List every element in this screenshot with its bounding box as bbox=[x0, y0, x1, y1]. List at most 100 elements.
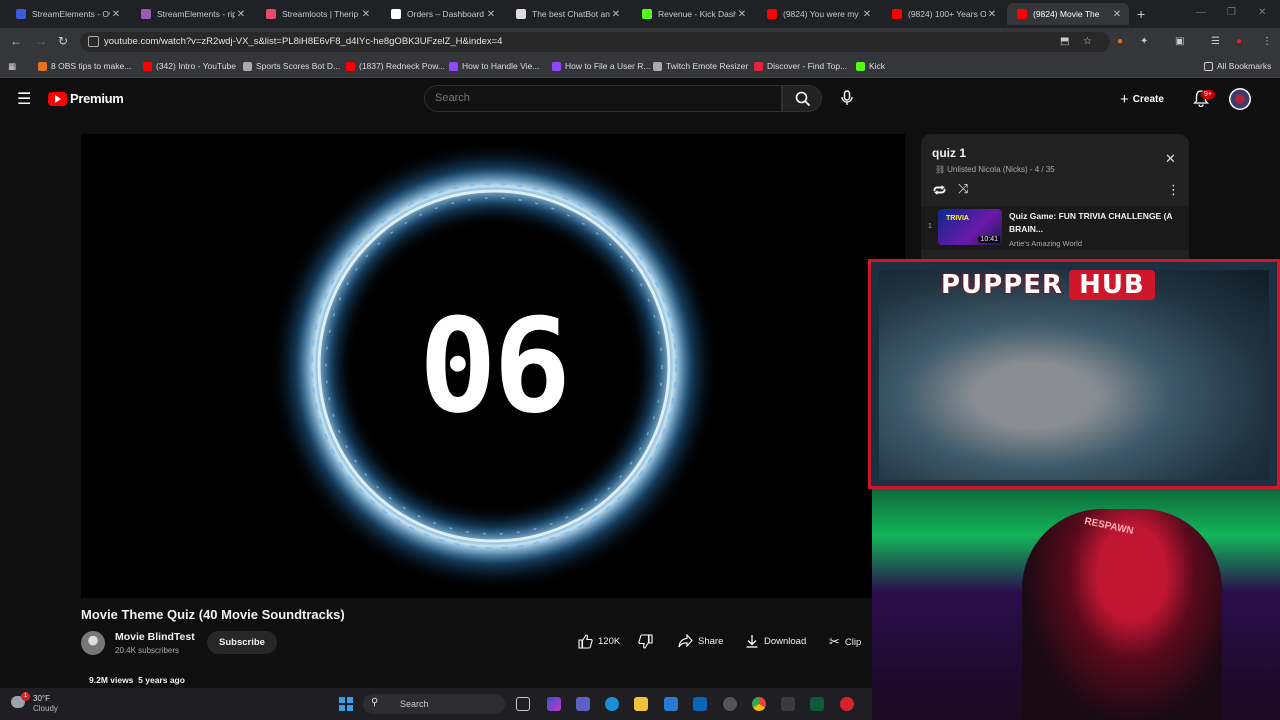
profile-icon[interactable]: ● bbox=[1236, 36, 1242, 47]
close-playlist-icon[interactable]: ✕ bbox=[1165, 151, 1176, 167]
tab-favicon-icon bbox=[642, 9, 652, 19]
browser-tab[interactable]: (9824) Movie The ✕ bbox=[1007, 3, 1129, 25]
copilot-icon[interactable] bbox=[547, 697, 561, 711]
bookmark-item[interactable]: (1837) Redneck Pow... bbox=[346, 61, 445, 71]
voice-search-button[interactable] bbox=[833, 85, 860, 112]
microphone-icon bbox=[841, 90, 853, 105]
hamburger-menu-icon[interactable]: ☰ bbox=[17, 89, 31, 109]
dislike-button[interactable] bbox=[638, 634, 653, 649]
browser-tab[interactable]: The best ChatBot and ✕ bbox=[506, 3, 628, 25]
account-avatar[interactable] bbox=[1229, 88, 1251, 110]
new-tab-button[interactable]: + bbox=[1137, 6, 1145, 22]
reload-icon[interactable]: ↻ bbox=[58, 34, 68, 48]
close-tab-icon[interactable]: ✕ bbox=[485, 9, 497, 20]
download-label: Download bbox=[764, 635, 807, 647]
bookmark-item[interactable]: How to Handle Vie... bbox=[449, 61, 539, 71]
close-tab-icon[interactable]: ✕ bbox=[1111, 9, 1123, 20]
video-meta: 9.2M views 5 years ago bbox=[89, 675, 185, 685]
close-tab-icon[interactable]: ✕ bbox=[736, 9, 748, 20]
download-button[interactable]: Download bbox=[745, 634, 806, 648]
search-box[interactable] bbox=[424, 85, 782, 112]
upload-age: 5 years ago bbox=[138, 675, 185, 685]
tab-favicon-icon bbox=[391, 9, 401, 19]
close-tab-icon[interactable]: ✕ bbox=[360, 9, 372, 20]
forward-icon[interactable]: → bbox=[35, 34, 47, 48]
tab-favicon-icon bbox=[892, 9, 902, 19]
site-info-icon[interactable] bbox=[88, 36, 99, 47]
playlist-more-icon[interactable]: ⋮ bbox=[1167, 182, 1180, 198]
like-button[interactable]: 120K bbox=[578, 634, 620, 649]
bookmark-item[interactable]: Sports Scores Bot D... bbox=[243, 61, 340, 71]
cast-icon[interactable]: ☰ bbox=[1211, 36, 1220, 47]
browser-tab[interactable]: StreamElements - rip ✕ bbox=[131, 3, 253, 25]
maximize-icon[interactable]: ❐ bbox=[1227, 7, 1236, 18]
store-icon[interactable] bbox=[664, 697, 678, 711]
extensions-icon[interactable]: ✦ bbox=[1140, 36, 1148, 47]
back-icon[interactable]: ← bbox=[10, 34, 22, 48]
playlist-item[interactable]: 1 TRIVIA 10:41 Quiz Game: FUN TRIVIA CHA… bbox=[921, 206, 1189, 250]
tab-title: (9824) 100+ Years Of bbox=[908, 9, 986, 19]
bookmark-label: Twitch Emote Resizer bbox=[666, 61, 749, 71]
close-window-icon[interactable]: ✕ bbox=[1258, 7, 1266, 18]
apps-grid-icon[interactable]: ▦ bbox=[8, 61, 16, 72]
chrome-menu-icon[interactable]: ⋮ bbox=[1262, 36, 1272, 47]
chrome-icon[interactable] bbox=[752, 697, 766, 711]
channel-avatar[interactable] bbox=[81, 631, 105, 655]
share-button[interactable]: Share bbox=[678, 634, 723, 648]
close-tab-icon[interactable]: ✕ bbox=[861, 9, 873, 20]
browser-tab[interactable]: Orders – Dashboard ✕ bbox=[381, 3, 503, 25]
bookmark-item[interactable]: Kick bbox=[856, 61, 885, 71]
close-tab-icon[interactable]: ✕ bbox=[235, 9, 247, 20]
task-view-icon[interactable] bbox=[516, 697, 530, 711]
extension-fox-icon[interactable]: ● bbox=[1117, 36, 1123, 47]
obs-icon[interactable] bbox=[723, 697, 737, 711]
install-app-icon[interactable]: ⬒ bbox=[1060, 36, 1069, 47]
teams-icon[interactable] bbox=[576, 697, 590, 711]
address-bar[interactable]: youtube.com/watch?v=zR2wdj-VX_s&list=PL8… bbox=[80, 32, 1110, 52]
bookmark-item[interactable]: Discover - Find Top... bbox=[754, 61, 847, 71]
youtube-premium-label[interactable]: Premium bbox=[70, 91, 124, 106]
banner-left-text: PUPPER bbox=[941, 270, 1064, 300]
tab-title: (9824) Movie The bbox=[1033, 9, 1100, 19]
all-bookmarks[interactable]: All Bookmarks bbox=[1204, 61, 1271, 71]
search-button[interactable] bbox=[782, 85, 822, 112]
subscribe-button[interactable]: Subscribe bbox=[207, 631, 277, 654]
browser-tab[interactable]: Revenue - Kick Dashb ✕ bbox=[632, 3, 754, 25]
close-tab-icon[interactable]: ✕ bbox=[610, 9, 622, 20]
bookmark-item[interactable]: Twitch Emote Resizer bbox=[653, 61, 748, 71]
terminal-icon[interactable] bbox=[810, 697, 824, 711]
file-explorer-icon[interactable] bbox=[634, 697, 648, 711]
sidepanel-icon[interactable]: ▣ bbox=[1175, 36, 1184, 47]
browser-tab[interactable]: StreamElements - Ov ✕ bbox=[6, 3, 128, 25]
loop-icon[interactable]: 🔁︎ bbox=[933, 181, 946, 200]
close-tab-icon[interactable]: ✕ bbox=[110, 9, 122, 20]
bookmark-item[interactable]: (342) Intro - YouTube bbox=[143, 61, 236, 71]
clip-button[interactable]: ✂ Clip bbox=[829, 634, 861, 650]
close-tab-icon[interactable]: ✕ bbox=[986, 9, 998, 20]
app-icon[interactable] bbox=[781, 697, 795, 711]
bookmark-item[interactable]: 8 OBS tips to make... bbox=[38, 61, 131, 71]
bookmark-item[interactable]: How to File a User R... bbox=[552, 61, 651, 71]
playlist-item-thumbnail: TRIVIA 10:41 bbox=[938, 209, 1002, 245]
bookmark-label: How to Handle Vie... bbox=[462, 61, 540, 71]
tab-favicon-icon bbox=[16, 9, 26, 19]
bookmark-star-icon[interactable]: ☆ bbox=[1083, 36, 1092, 47]
youtube-logo-icon[interactable] bbox=[48, 92, 67, 106]
weather-temperature[interactable]: 30°F bbox=[33, 694, 50, 703]
minimize-icon[interactable]: — bbox=[1196, 7, 1206, 18]
edge-icon[interactable] bbox=[605, 697, 619, 711]
shuffle-icon[interactable]: ⤨ bbox=[958, 181, 968, 197]
stream-app-icon[interactable] bbox=[840, 697, 854, 711]
channel-name[interactable]: Movie BlindTest bbox=[115, 631, 195, 643]
weather-condition[interactable]: Cloudy bbox=[33, 704, 58, 713]
browser-tab[interactable]: Streamloots | Therip ✕ bbox=[256, 3, 378, 25]
browser-tab[interactable]: (9824) You were my b ✕ bbox=[757, 3, 879, 25]
video-player[interactable]: 06 bbox=[81, 134, 905, 598]
windows-start-icon[interactable] bbox=[339, 697, 353, 711]
playlist-title[interactable]: quiz 1 bbox=[932, 146, 966, 160]
taskbar-search[interactable]: ⚲ Search bbox=[363, 694, 505, 714]
browser-tab[interactable]: (9824) 100+ Years Of ✕ bbox=[882, 3, 1004, 25]
create-button[interactable]: + Create bbox=[1120, 88, 1164, 110]
outlook-icon[interactable] bbox=[693, 697, 707, 711]
search-input[interactable] bbox=[435, 92, 755, 104]
